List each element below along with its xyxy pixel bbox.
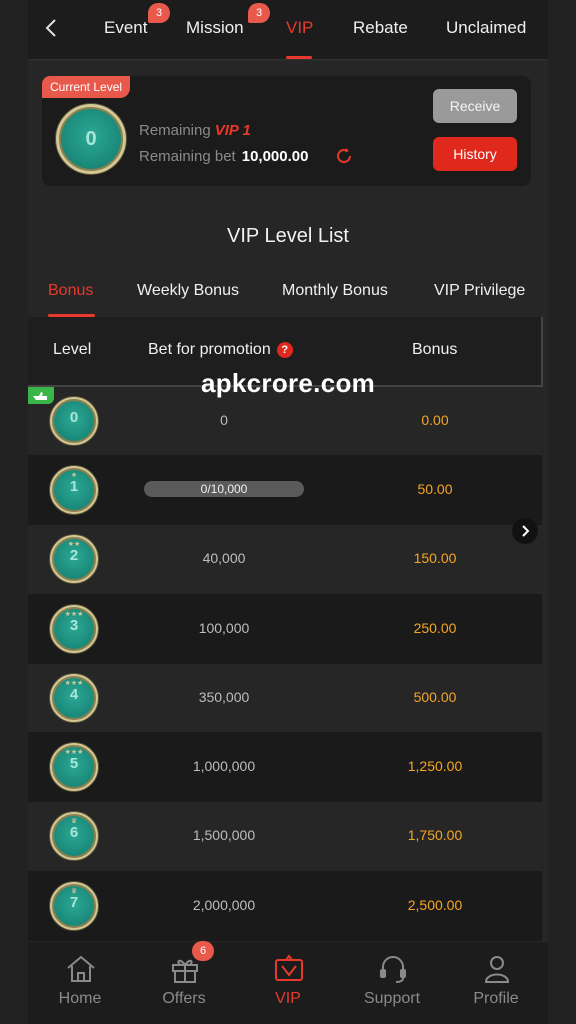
tab-active-indicator [286, 56, 312, 59]
mission-badge: 3 [248, 3, 270, 23]
headset-icon [380, 956, 406, 983]
level-medal-icon: ♛ 7 [50, 882, 98, 930]
star-icon: ★★ [67, 541, 81, 548]
level-number: 3 [69, 617, 79, 634]
current-level-card: Current Level 0 Remaining VIP 1 Remaining… [42, 76, 531, 186]
table-row: ★★ 2 40,000 150.00 [28, 524, 542, 594]
level-medal-icon: ★★★ 5 [50, 743, 98, 791]
current-level-number: 0 [85, 128, 97, 150]
table-row: ♛ 7 2,000,000 2,500.00 [28, 871, 542, 941]
event-badge: 3 [148, 3, 170, 23]
table-row: ★★★ 4 350,000 500.00 [28, 663, 542, 733]
level-number: 2 [69, 547, 79, 564]
history-button[interactable]: History [433, 137, 517, 171]
nav-offers-label: Offers [162, 990, 206, 1007]
tab-unclaimed[interactable]: Unclaimed [446, 18, 526, 38]
next-vip-level: VIP 1 [214, 122, 251, 139]
crown-icon: ♛ [70, 888, 78, 895]
bet-value: 1,500,000 [192, 827, 256, 843]
home-icon [67, 955, 95, 982]
bet-value: 350,000 [198, 689, 250, 705]
nav-profile-label: Profile [473, 990, 519, 1007]
nav-home[interactable]: Home [40, 942, 120, 1024]
help-icon[interactable]: ? [276, 342, 293, 358]
bet-value: 0 [220, 412, 228, 428]
bet-progress-bar: 0/10,000 [144, 481, 304, 497]
subtab-vip-privilege[interactable]: VIP Privilege [434, 282, 525, 300]
tab-rebate[interactable]: Rebate [353, 18, 408, 38]
nav-vip[interactable]: VIP [248, 942, 328, 1024]
offers-badge: 6 [192, 941, 214, 961]
nav-home-label: Home [58, 990, 102, 1007]
level-medal-icon: ★ 1 [50, 466, 98, 514]
bet-value: 2,000,000 [192, 897, 256, 913]
subtab-monthly-bonus[interactable]: Monthly Bonus [282, 282, 388, 300]
subtab-bonus[interactable]: Bonus [48, 282, 93, 300]
bet-value: 1,000,000 [192, 758, 256, 774]
table-row: ★★★ 5 1,000,000 1,250.00 [28, 732, 542, 802]
crown-icon: ♛ [70, 818, 78, 825]
remaining-vip: Remaining VIP 1 [139, 122, 251, 139]
current-level-tag: Current Level [42, 76, 131, 98]
table-row: ★ 1 0/10,000 50.00 [28, 455, 542, 525]
table-row: ★★★ 3 100,000 250.00 [28, 594, 542, 664]
remaining-label: Remaining [139, 122, 211, 139]
vip-crown-icon [275, 954, 303, 981]
star-icon: ★★★ [64, 749, 84, 756]
bonus-value: 2,500.00 [407, 897, 463, 913]
watermark: apkcrore.com [200, 368, 376, 398]
level-medal-icon: ★★★ 3 [50, 605, 98, 653]
remaining-bet: Remaining bet 10,000.00 [139, 148, 308, 165]
bonus-value: 1,250.00 [407, 758, 463, 774]
header-level: Level [53, 341, 92, 358]
bonus-value: 0.00 [421, 412, 449, 428]
nav-support[interactable]: Support [352, 942, 432, 1024]
remaining-bet-value: 10,000.00 [241, 148, 309, 165]
header-bonus: Bonus [412, 341, 458, 358]
bonus-value: 50.00 [417, 481, 453, 497]
level-medal-icon: ★★ 2 [50, 535, 98, 583]
back-arrow-icon[interactable] [40, 16, 64, 40]
table-row: ♛ 6 1,500,000 1,750.00 [28, 801, 542, 871]
scroll-right-button[interactable] [512, 518, 538, 544]
level-medal-icon: 0 [50, 397, 98, 445]
top-nav: Event 3 Mission 3 VIP Rebate Unclaimed [28, 0, 548, 60]
chevron-right-icon [522, 525, 530, 537]
bonus-value: 250.00 [413, 620, 457, 636]
level-number: 6 [69, 824, 79, 841]
tab-mission[interactable]: Mission [186, 18, 244, 38]
level-number: 1 [69, 478, 79, 495]
bonus-value: 500.00 [413, 689, 457, 705]
subtab-weekly-bonus[interactable]: Weekly Bonus [137, 282, 239, 300]
bottom-nav: Home 6 Offers VIP Support Profile [28, 941, 548, 1024]
refresh-icon[interactable] [334, 146, 354, 166]
level-number: 5 [69, 755, 79, 772]
nav-vip-label: VIP [275, 990, 301, 1007]
bonus-value: 150.00 [413, 550, 457, 566]
receive-button[interactable]: Receive [433, 89, 517, 123]
bonus-value: 1,750.00 [407, 827, 463, 843]
header-bet: Bet for promotion? [148, 341, 293, 359]
nav-support-label: Support [363, 990, 421, 1007]
level-number: 4 [69, 686, 79, 703]
star-icon: ★★★ [64, 611, 84, 618]
level-medal-icon: ★★★ 4 [50, 674, 98, 722]
level-medal-icon: ♛ 6 [50, 812, 98, 860]
tab-vip[interactable]: VIP [286, 18, 313, 38]
star-icon: ★ [70, 472, 78, 479]
nav-profile[interactable]: Profile [456, 942, 536, 1024]
nav-offers[interactable]: 6 Offers [144, 941, 224, 1024]
level-number: 7 [69, 894, 79, 911]
level-number: 0 [69, 409, 79, 426]
vip-level-list-title: VIP Level List [227, 225, 349, 247]
bet-value: 40,000 [202, 550, 246, 566]
star-icon: ★★★ [64, 680, 84, 687]
current-level-medal: 0 [56, 104, 126, 174]
bet-value: 100,000 [198, 620, 250, 636]
header-bet-label: Bet for promotion [148, 341, 271, 358]
tab-event[interactable]: Event [104, 18, 147, 38]
remaining-bet-label: Remaining bet [139, 148, 236, 165]
user-icon [484, 956, 510, 983]
